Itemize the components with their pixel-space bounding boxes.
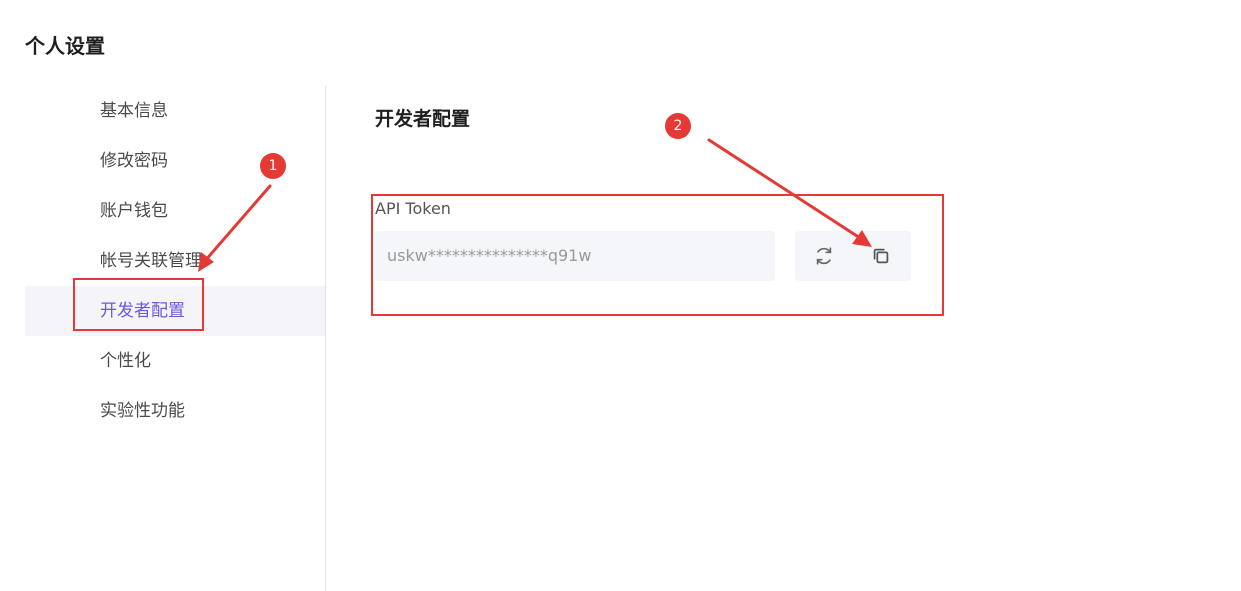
sidebar-item-personalization[interactable]: 个性化: [25, 336, 325, 386]
sidebar-item-experimental[interactable]: 实验性功能: [25, 386, 325, 436]
annotation-box-token: [371, 194, 944, 316]
annotation-box-sidebar: [73, 278, 204, 331]
sidebar-divider: [325, 86, 326, 591]
annotation-badge-1: 1: [260, 153, 286, 179]
sidebar-item-basic-info[interactable]: 基本信息: [25, 86, 325, 136]
annotation-badge-2: 2: [665, 113, 691, 139]
section-title: 开发者配置: [375, 108, 471, 130]
page-title: 个人设置: [25, 34, 105, 58]
sidebar-item-wallet[interactable]: 账户钱包: [25, 186, 325, 236]
sidebar-nav: 基本信息 修改密码 账户钱包 帐号关联管理 开发者配置 个性化 实验性功能: [25, 86, 325, 436]
